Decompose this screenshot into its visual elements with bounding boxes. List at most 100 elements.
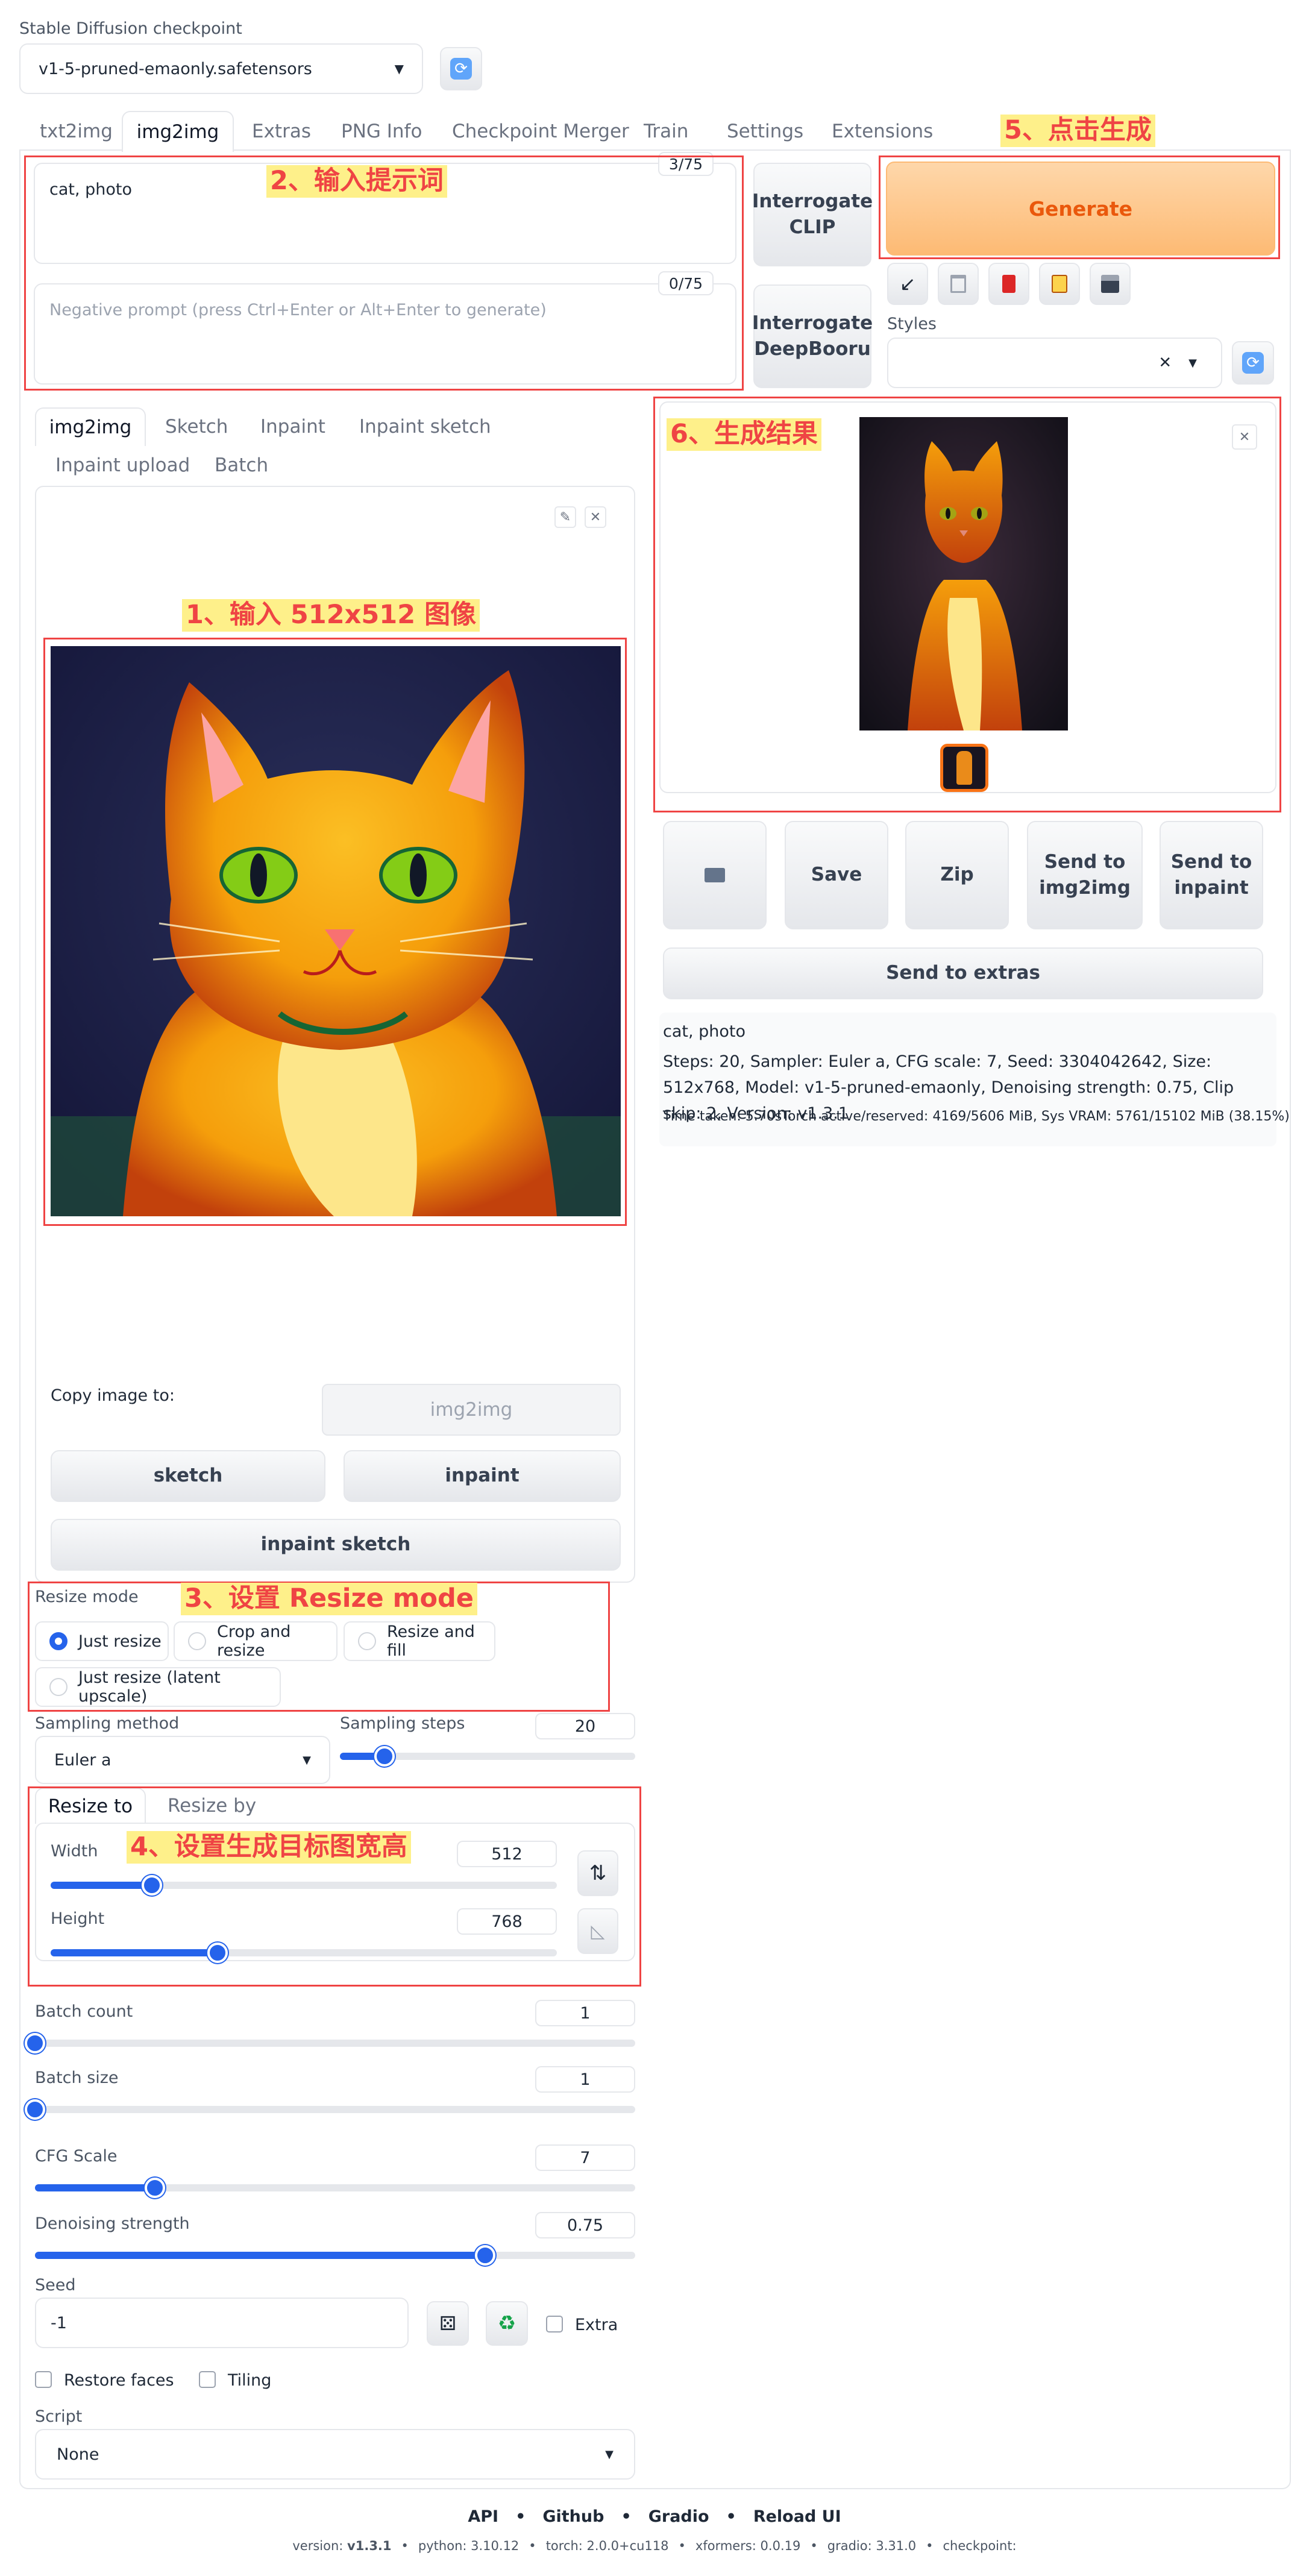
refresh-checkpoint-button[interactable]: ⟳ [440,47,482,90]
footer-link-reload-ui[interactable]: Reload UI [753,2507,841,2526]
copy-to-sketch-button[interactable]: sketch [51,1450,325,1502]
arrow-down-left-icon: ↙ [899,272,916,295]
refresh-styles-button[interactable]: ⟳ [1232,341,1274,385]
tab-batch[interactable]: Batch [215,447,268,483]
restore-faces-label: Restore faces [64,2371,174,2390]
batch-size-slider[interactable] [25,2099,635,2120]
tab-inpaint-upload[interactable]: Inpaint upload [55,447,190,483]
refresh-icon: ⟳ [1242,352,1264,374]
denoising-strength-value[interactable]: 0.75 [535,2212,635,2238]
footer-link-github[interactable]: Github [542,2507,604,2526]
info-time: Time taken: 5.70sTorch active/reserved: … [663,1109,1290,1124]
script-label: Script [35,2407,83,2426]
send-to-inpaint-button[interactable]: Send to inpaint [1160,821,1263,929]
open-folder-button[interactable] [663,821,767,929]
footer-links: API • Github • Gradio • Reload UI [0,2507,1309,2526]
batch-count-value[interactable]: 1 [535,2000,635,2026]
tab-inpaint-sketch[interactable]: Inpaint sketch [359,409,491,445]
extra-networks-button[interactable] [988,263,1029,305]
footer-link-gradio[interactable]: Gradio [648,2507,709,2526]
sampling-method-select[interactable]: Euler a ▼ [35,1736,330,1784]
styles-select[interactable]: ✕ ▼ [887,338,1222,388]
footer-link-api[interactable]: API [468,2507,498,2526]
sampling-method-label: Sampling method [35,1714,180,1733]
footer-separator: • [529,2539,536,2553]
batch-count-slider[interactable] [25,2033,635,2053]
seed-value: -1 [51,2313,67,2333]
cfg-scale-value[interactable]: 7 [535,2144,635,2171]
footer-separator: • [401,2539,409,2553]
annotation-1: 1、输入 512x512 图像 [182,599,480,632]
chevron-down-icon: ▼ [303,1753,311,1767]
denoising-strength-slider[interactable] [35,2245,635,2266]
read-params-button[interactable]: ↙ [887,263,928,305]
tab-extras[interactable]: Extras [252,112,311,151]
tab-img2img[interactable]: img2img [122,111,234,152]
tiling-checkbox[interactable] [199,2371,216,2388]
tiling-label: Tiling [228,2371,272,2390]
sampling-steps-value[interactable]: 20 [535,1713,635,1739]
interrogate-clip-button[interactable]: Interrogate CLIP [752,163,873,266]
footer-versions: version: v1.3.1 • python: 3.10.12 • torch:… [0,2539,1309,2553]
seed-input[interactable]: -1 [35,2298,409,2348]
tab-settings[interactable]: Settings [727,112,803,151]
annotation-2: 2、输入提示词 [266,165,447,198]
annotation-box-6 [653,397,1281,812]
footer-separator: • [515,2507,526,2526]
footer-python: python: 3.10.12 [418,2539,520,2553]
script-value: None [57,2445,99,2464]
close-icon[interactable]: ✕ [585,506,606,528]
tab-train[interactable]: Train [644,112,688,151]
interrogate-deepbooru-button[interactable]: Interrogate DeepBooru [752,284,873,388]
styles-label: Styles [887,315,937,333]
save-button[interactable]: Save [785,821,888,929]
tab-img2img-sub[interactable]: img2img [35,407,146,446]
script-select[interactable]: None ▼ [35,2429,635,2480]
batch-count-label: Batch count [35,2002,133,2021]
batch-size-label: Batch size [35,2069,119,2087]
extra-seed-checkbox[interactable] [546,2316,563,2333]
send-to-img2img-button[interactable]: Send to img2img [1027,821,1143,929]
dice-icon: ⚄ [439,2312,456,2335]
copy-to-inpaint-sketch-button[interactable]: inpaint sketch [51,1519,621,1571]
folder-icon [705,868,725,882]
recycle-icon: ♻ [497,2311,516,2336]
save-style-button[interactable] [1090,263,1131,305]
copy-image-label: Copy image to: [51,1386,175,1405]
sampling-steps-slider[interactable] [340,1746,635,1767]
version-label: version: [292,2539,344,2553]
tab-png-info[interactable]: PNG Info [341,112,422,151]
tab-inpaint[interactable]: Inpaint [260,409,325,445]
footer-xformers: xformers: 0.0.19 [695,2539,801,2553]
footer-torch: torch: 2.0.0+cu118 [545,2539,669,2553]
chevron-down-icon: ▼ [394,61,404,76]
checkpoint-select[interactable]: v1-5-pruned-emaonly.safetensors ▼ [19,43,423,94]
copy-to-inpaint-button[interactable]: inpaint [344,1450,621,1502]
edit-icon[interactable]: ✎ [554,506,576,528]
restore-faces-checkbox[interactable] [35,2371,52,2388]
clear-icon[interactable]: ✕ [1158,354,1172,372]
refresh-icon: ⟳ [450,58,472,80]
send-to-extras-button[interactable]: Send to extras [663,947,1263,999]
zip-button[interactable]: Zip [905,821,1009,929]
clear-prompt-button[interactable] [938,263,979,305]
floppy-disk-icon [1101,275,1119,293]
annotation-box-1 [43,638,627,1226]
footer-separator: • [726,2507,736,2526]
annotation-4: 4、设置生成目标图宽高 [127,1831,411,1864]
footer-separator: • [621,2507,632,2526]
footer-separator: • [926,2539,934,2553]
tab-checkpoint-merger[interactable]: Checkpoint Merger [452,112,629,151]
footer-version: version: v1.3.1 [292,2539,391,2553]
annotation-3: 3、设置 Resize mode [181,1583,477,1615]
tab-extensions[interactable]: Extensions [832,112,933,151]
apply-style-button[interactable] [1039,263,1080,305]
tab-sketch[interactable]: Sketch [165,409,228,445]
tab-txt2img[interactable]: txt2img [40,112,113,151]
extra-seed-label: Extra [575,2316,618,2334]
reuse-seed-button[interactable]: ♻ [486,2301,528,2346]
random-seed-button[interactable]: ⚄ [427,2301,469,2346]
cfg-scale-slider[interactable] [35,2178,635,2198]
batch-size-value[interactable]: 1 [535,2066,635,2093]
copy-to-img2img-button[interactable]: img2img [322,1384,621,1436]
